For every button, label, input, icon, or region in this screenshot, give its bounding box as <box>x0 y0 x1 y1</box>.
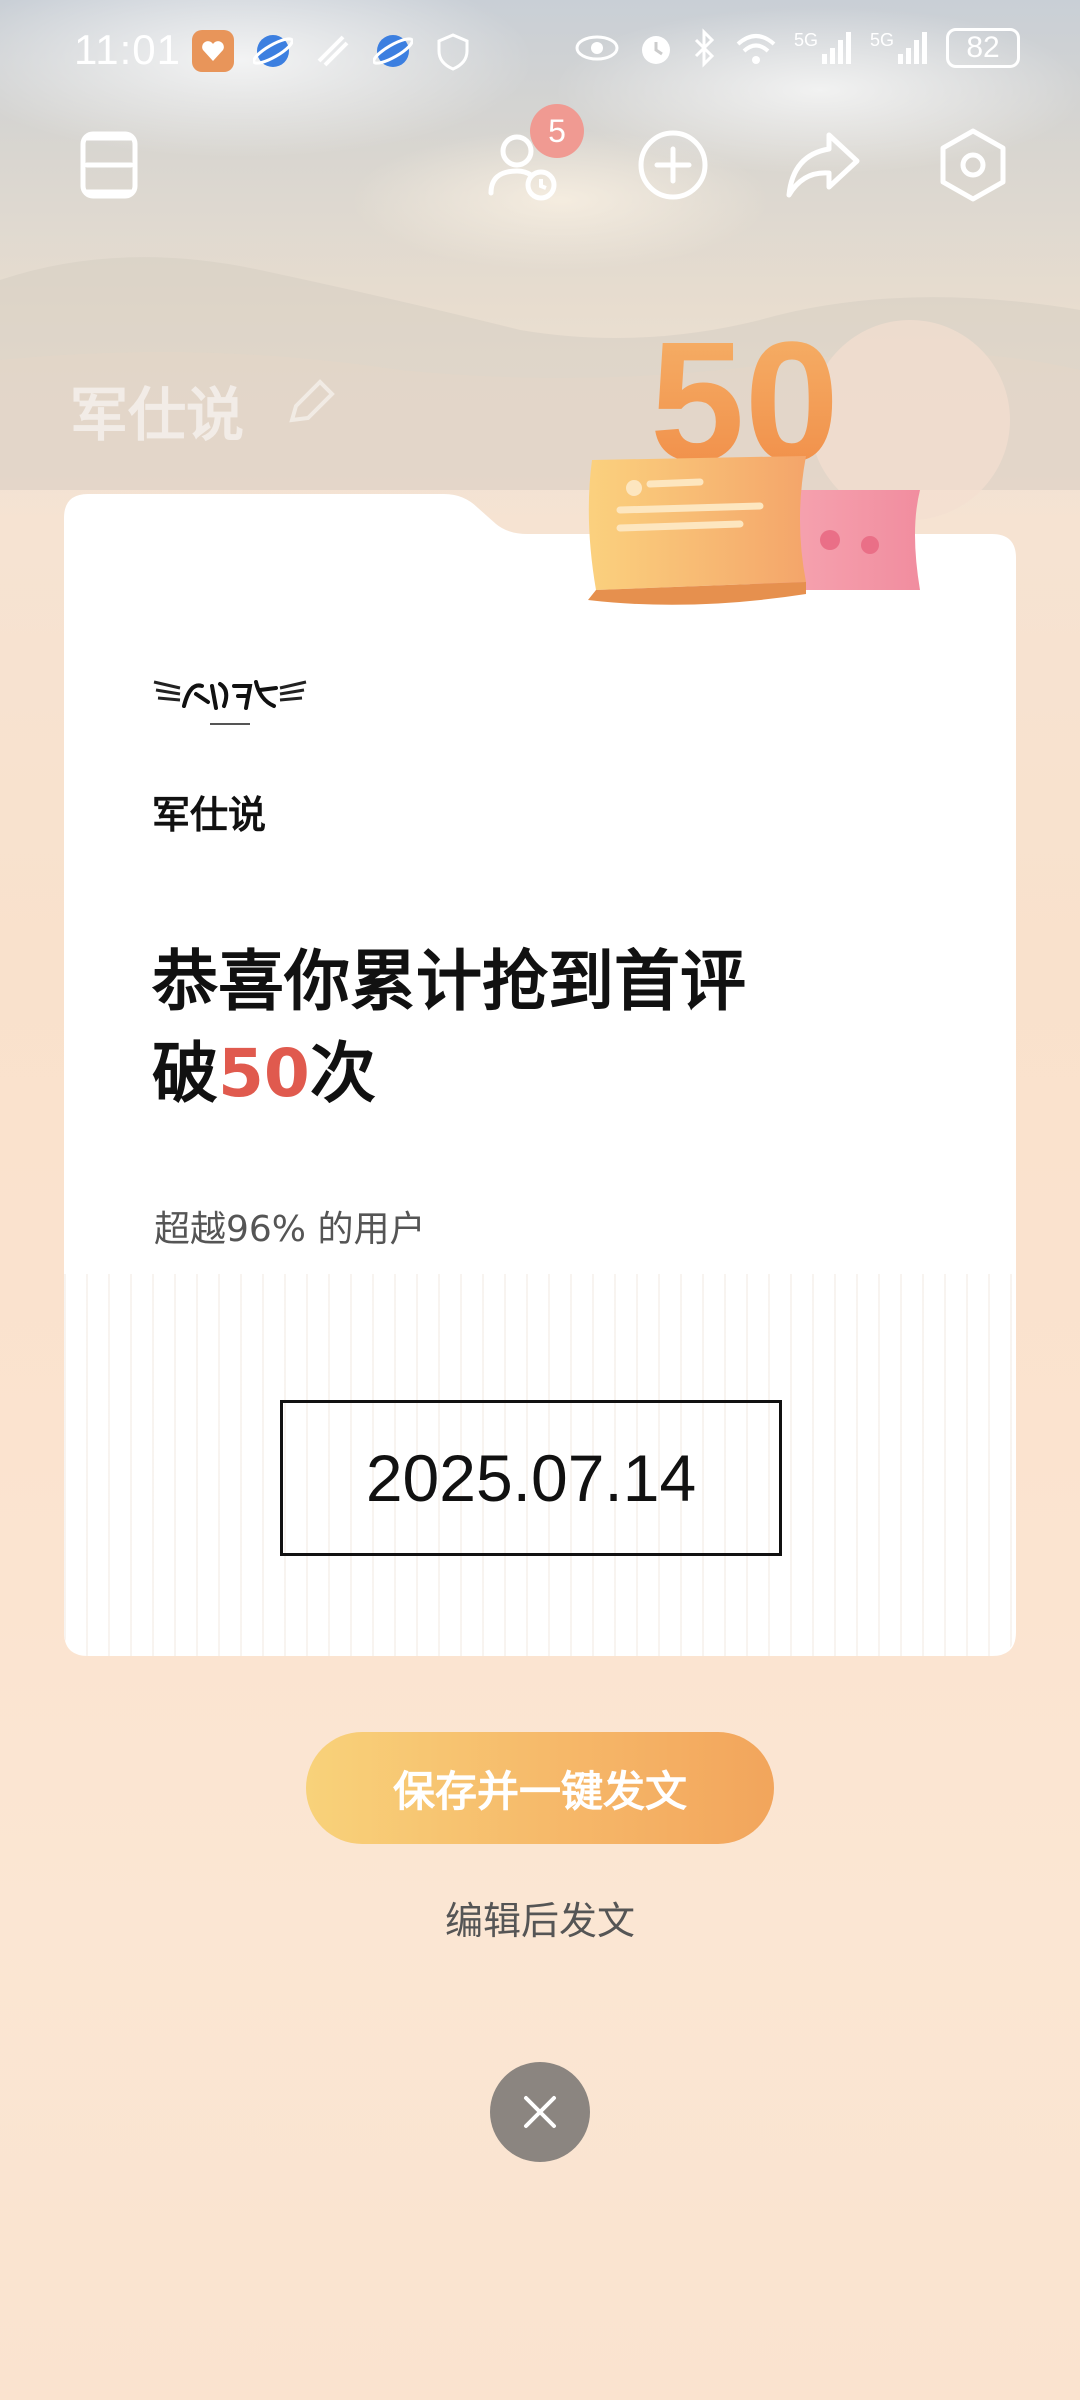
bluetooth-icon <box>694 28 715 68</box>
fangfei-ziwo-logo <box>153 680 307 725</box>
alarm-icon <box>641 36 670 64</box>
battery-level: 82 <box>966 31 1000 64</box>
edit-then-post-label[interactable]: 编辑后发文 <box>445 1899 635 1943</box>
card-channel-name: 军仕说 <box>152 793 267 837</box>
fifty-emblem-illustration: 50 <box>588 307 1010 605</box>
status-app-icons <box>192 30 474 72</box>
eye-icon <box>575 35 619 61</box>
browser-app-icon <box>252 30 294 72</box>
notification-badge: 5 <box>530 104 584 158</box>
headline-number: 50 <box>218 1035 310 1112</box>
status-time: 11:01 <box>74 26 181 73</box>
background-edit-icon <box>289 379 335 423</box>
background-channel-title: 军仕说 <box>70 381 245 449</box>
close-button[interactable] <box>490 2062 590 2162</box>
network-type-1: 5G <box>793 29 818 50</box>
headline-line2-suffix: 次 <box>309 1035 376 1112</box>
ranking-subline: 超越96% 的用户 <box>154 1209 426 1250</box>
headline-line1: 恭喜你累计抢到首评 <box>152 943 746 1020</box>
achievement-card: 军仕说 恭喜你累计抢到首评 破50次 超越96% 的用户 2025.07.14 <box>64 494 1016 1656</box>
wifi-icon <box>736 34 776 64</box>
edit-then-post-link: 编辑后发文 <box>0 1890 1080 1945</box>
date-stamp: 2025.07.14 <box>280 1400 782 1556</box>
date-text: 2025.07.14 <box>365 1441 697 1515</box>
signal-icon-2 <box>898 32 927 64</box>
close-icon <box>524 2096 556 2128</box>
achievement-headline: 恭喜你累计抢到首评 破50次 <box>152 936 912 1120</box>
signal-icon-1 <box>821 32 851 64</box>
share-icon[interactable] <box>778 120 868 210</box>
shield-app-icon <box>432 30 474 72</box>
health-app-icon <box>192 30 234 72</box>
save-and-post-button[interactable]: 保存并一键发文 <box>306 1732 774 1844</box>
network-type-2: 5G <box>869 29 894 50</box>
headline-line2-prefix: 破 <box>152 1035 218 1112</box>
menu-icon[interactable] <box>64 120 154 210</box>
settings-icon[interactable] <box>928 120 1018 210</box>
battery-indicator: 82 <box>946 28 1020 68</box>
status-bar: 11:01 5G 5G 82 <box>0 0 1080 100</box>
signal-app-icon <box>312 30 354 72</box>
browser-app-icon-2 <box>372 30 414 72</box>
add-icon[interactable] <box>628 120 718 210</box>
status-right-icons: 5G 5G 82 <box>574 28 1020 68</box>
